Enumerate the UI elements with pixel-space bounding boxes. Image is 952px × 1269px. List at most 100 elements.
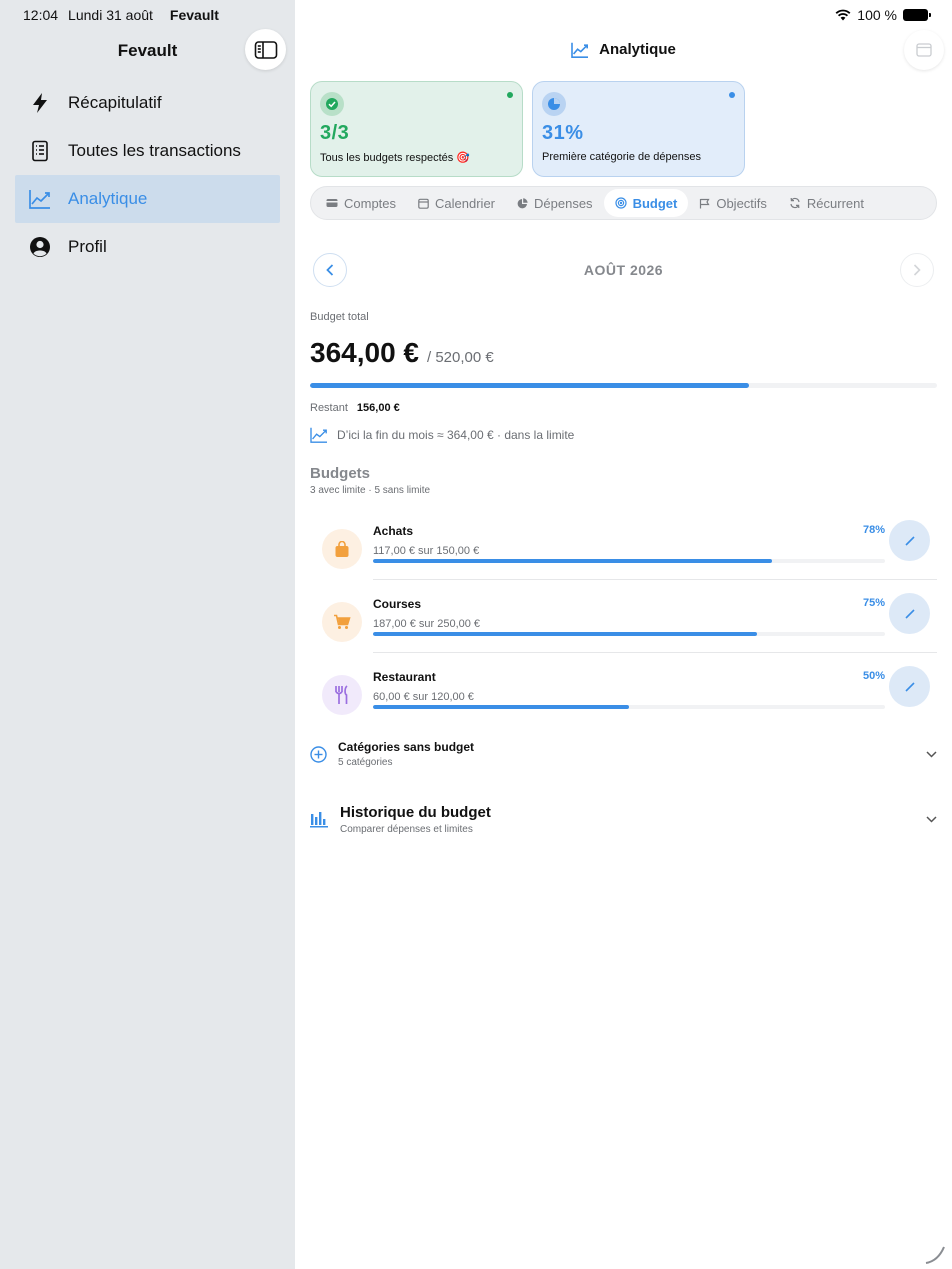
remaining-row: Restant 156,00 € (310, 402, 400, 414)
sidebar-nav: Récapitulatif Toutes les transactions An… (15, 79, 280, 271)
sidebar-item-label: Récapitulatif (68, 93, 162, 112)
pencil-icon (904, 608, 915, 619)
budget-progress (373, 559, 885, 563)
pencil-icon (904, 681, 915, 692)
top-category-card: 31% Première catégorie de dépenses (532, 81, 745, 177)
pencil-icon (904, 535, 915, 546)
status-app-name: Fevault (169, 7, 219, 23)
edit-budget-button[interactable] (889, 520, 930, 561)
budget-percent: 50% (862, 670, 885, 682)
history-text: Historique du budget Comparer dépenses e… (340, 804, 491, 835)
shopping-bag-icon (322, 529, 362, 569)
tab-calendrier[interactable]: Calendrier (407, 189, 506, 217)
chevron-down-icon (926, 750, 937, 758)
pie-chart-icon (542, 92, 566, 116)
chevron-down-icon (926, 816, 937, 823)
budget-progress (373, 632, 885, 636)
sidebar-item-analytique[interactable]: Analytique (15, 175, 280, 223)
budget-percent: 78% (862, 524, 885, 536)
forecast-text: D’ici la fin du mois ≈ 364,00 € · dans l… (337, 428, 575, 442)
budget-name: Courses (373, 597, 422, 611)
tab-depenses[interactable]: Dépenses (506, 189, 604, 217)
budgets-heading: Budgets (310, 465, 370, 482)
budget-row-courses[interactable]: Courses 187,00 € sur 250,00 € 75% (310, 590, 937, 663)
tab-label: Dépenses (534, 195, 593, 211)
analytics-tabs: Comptes Calendrier Dépenses Budget Objec… (310, 186, 937, 220)
divider (373, 579, 937, 580)
bolt-icon (29, 92, 51, 114)
unbudgeted-title: Catégories sans budget (338, 740, 475, 754)
month-label: AOÛT 2026 (583, 262, 664, 278)
card-icon (326, 199, 338, 207)
card-label: Première catégorie de dépenses (542, 151, 701, 163)
page-title: Analytique (295, 41, 952, 58)
check-badge-icon (320, 92, 344, 116)
history-title: Historique du budget (340, 804, 491, 821)
tab-label: Comptes (344, 195, 397, 211)
repeat-icon (790, 197, 800, 209)
forecast-row: D’ici la fin du mois ≈ 364,00 € · dans l… (310, 427, 574, 443)
history-subtitle: Comparer dépenses et limites (340, 824, 473, 835)
budget-total-label: Budget total (310, 311, 369, 323)
sidebar-item-profil[interactable]: Profil (15, 223, 280, 271)
calendar-icon (916, 43, 932, 57)
budget-percent: 75% (862, 597, 885, 609)
status-dot (507, 92, 513, 98)
budgets-respected-card: 3/3 Tous les budgets respectés 🎯 (310, 81, 523, 177)
edit-budget-button[interactable] (889, 666, 930, 707)
next-month-button[interactable] (900, 253, 934, 287)
tab-label: Objectifs (716, 195, 767, 211)
budget-row-restaurant[interactable]: Restaurant 60,00 € sur 120,00 € 50% (310, 663, 937, 736)
calendar-button[interactable] (904, 30, 944, 70)
calendar-icon (418, 198, 429, 209)
tab-label: Récurrent (806, 195, 864, 211)
sidebar-toggle-icon (254, 40, 277, 59)
status-date: Lundi 31 août (68, 7, 153, 23)
budget-row-achats[interactable]: Achats 117,00 € sur 150,00 € 78% (310, 517, 937, 590)
divider (373, 652, 937, 653)
card-label: Tous les budgets respectés 🎯 (320, 152, 471, 164)
unbudgeted-text: Catégories sans budget 5 catégories (338, 740, 474, 768)
budget-history-row[interactable]: Historique du budget Comparer dépenses e… (310, 804, 937, 835)
cart-icon (322, 602, 362, 642)
fork-knife-icon (322, 675, 362, 715)
budget-amount: 187,00 € sur 250,00 € (373, 618, 481, 630)
remaining-value: 156,00 € (356, 402, 400, 414)
status-dot (729, 92, 735, 98)
plus-circle-icon (310, 745, 327, 763)
sidebar-item-recap[interactable]: Récapitulatif (15, 79, 280, 127)
bar-chart-icon (310, 812, 328, 828)
sidebar-item-label: Analytique (68, 189, 148, 208)
chart-line-icon (29, 188, 51, 210)
status-time: 12:04 (23, 7, 59, 23)
flag-icon (700, 198, 710, 208)
sidebar-item-transactions[interactable]: Toutes les transactions (15, 127, 280, 175)
budget-progress-fill (373, 705, 629, 709)
edit-budget-button[interactable] (889, 593, 930, 634)
sidebar: Fevault Récapitulatif Toutes les transac… (0, 0, 295, 1269)
resize-handle-icon[interactable] (924, 1243, 946, 1265)
trend-icon (310, 427, 327, 443)
page-title-text: Analytique (599, 41, 676, 58)
budget-name: Restaurant (373, 670, 436, 684)
pie-icon (517, 197, 528, 208)
tab-objectifs[interactable]: Objectifs (688, 189, 778, 217)
tab-recurrent[interactable]: Récurrent (778, 189, 875, 217)
budget-total-progress-fill (310, 383, 749, 388)
tab-label: Budget (632, 195, 678, 211)
sidebar-toggle-button[interactable] (245, 29, 286, 70)
budget-name: Achats (373, 524, 414, 538)
unbudgeted-categories-row[interactable]: Catégories sans budget 5 catégories (310, 740, 937, 768)
main-content: Analytique 3/3 Tous les budgets respecté… (295, 0, 952, 1269)
budget-progress-fill (373, 559, 773, 563)
tab-comptes[interactable]: Comptes (315, 189, 407, 217)
status-bar-left: 12:04 Lundi 31 août Fevault (23, 7, 219, 23)
tab-label: Calendrier (435, 195, 496, 211)
target-icon (614, 197, 627, 209)
budget-total-progress (310, 383, 937, 388)
remaining-label: Restant (310, 402, 348, 414)
tab-budget[interactable]: Budget (603, 189, 689, 217)
budget-progress-fill (373, 632, 757, 636)
sidebar-item-label: Toutes les transactions (68, 141, 241, 160)
chart-line-icon (571, 42, 589, 58)
